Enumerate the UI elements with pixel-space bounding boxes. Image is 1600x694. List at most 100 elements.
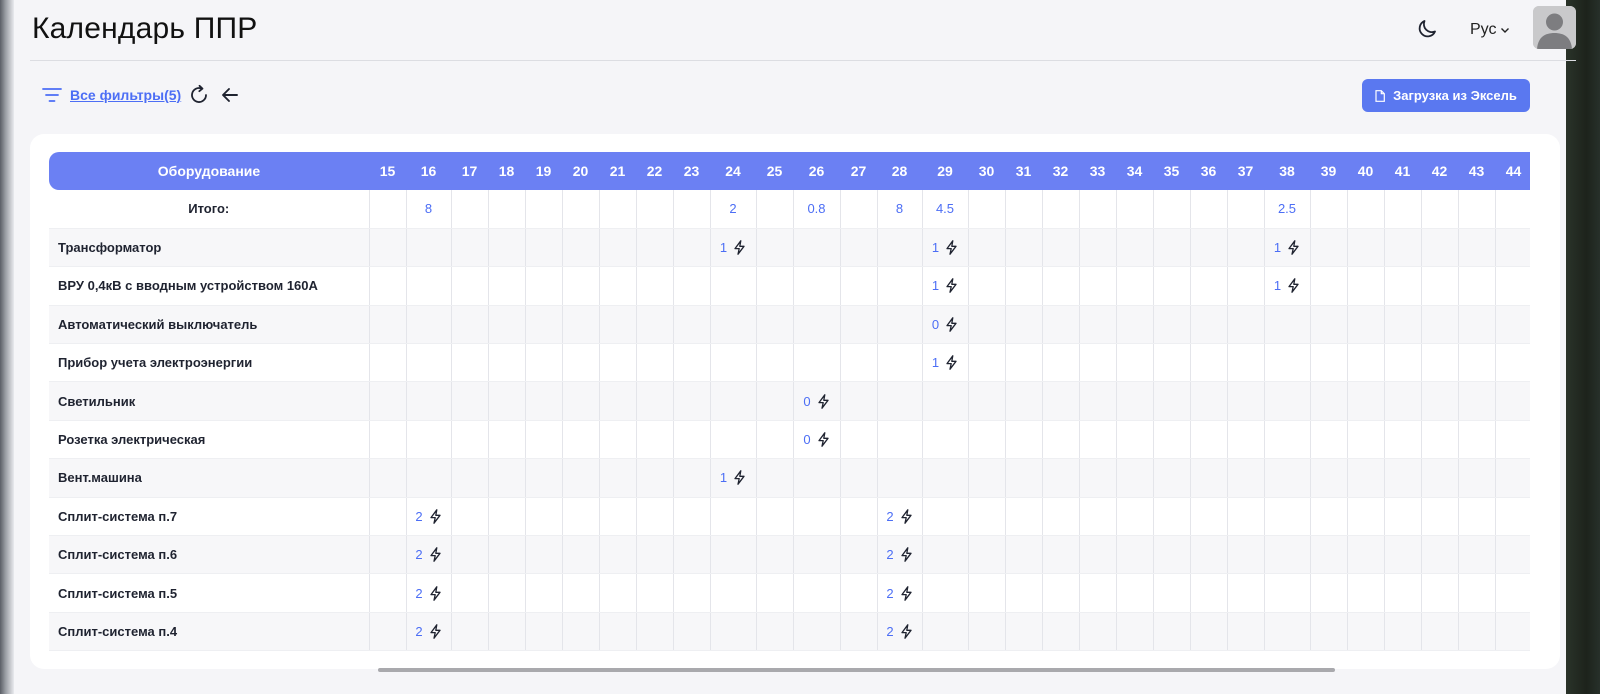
schedule-cell-week-29[interactable]: 1: [921, 266, 968, 306]
all-filters-link[interactable]: Все фильтры(5): [70, 87, 181, 103]
lightning-icon[interactable]: [945, 317, 958, 332]
schedule-cell-week-38[interactable]: 1: [1263, 266, 1310, 306]
calendar-table-scroll[interactable]: Оборудование 15 16 17 18 19 20 21 22 23 24 25 26 27 2…: [49, 152, 1530, 652]
schedule-cell-week-23: [672, 305, 710, 345]
maintenance-entry[interactable]: 2: [415, 509, 441, 524]
lightning-icon[interactable]: [900, 547, 913, 563]
schedule-cell-week-20: [561, 266, 599, 306]
maintenance-entry[interactable]: 2: [886, 547, 912, 562]
maintenance-entry[interactable]: 1: [720, 240, 746, 255]
schedule-cell-week-37: [1226, 612, 1264, 652]
schedule-cell-week-29[interactable]: 1: [921, 228, 968, 268]
column-header-week-28: 28: [877, 152, 922, 190]
maintenance-count: 0: [803, 432, 811, 448]
schedule-cell-week-17: [450, 458, 488, 498]
lightning-icon[interactable]: [817, 393, 830, 409]
schedule-cell-week-31: [1004, 535, 1042, 575]
schedule-cell-week-24[interactable]: 1: [709, 228, 756, 268]
schedule-cell-week-16[interactable]: 2: [405, 535, 451, 575]
lightning-icon[interactable]: [900, 508, 913, 524]
schedule-cell-week-28[interactable]: 2: [876, 612, 922, 652]
maintenance-entry[interactable]: 2: [886, 624, 912, 639]
schedule-cell-week-43: [1457, 381, 1495, 421]
lightning-icon[interactable]: [900, 585, 913, 601]
maintenance-entry[interactable]: 1: [932, 240, 958, 255]
equipment-name: Сплит-система п.7: [49, 497, 369, 537]
equipment-name: Светильник: [49, 381, 369, 421]
schedule-cell-week-19: [524, 381, 562, 421]
schedule-cell-week-22: [635, 343, 673, 383]
schedule-cell-week-42: [1420, 497, 1458, 537]
schedule-cell-week-28[interactable]: 2: [876, 573, 922, 613]
schedule-cell-week-29[interactable]: 0: [921, 305, 968, 345]
schedule-cell-week-28[interactable]: 2: [876, 535, 922, 575]
schedule-cell-week-30: [967, 228, 1005, 268]
schedule-cell-week-29[interactable]: 1: [921, 343, 968, 383]
lightning-icon[interactable]: [429, 624, 442, 639]
excel-upload-button[interactable]: Загрузка из Эксель: [1362, 79, 1530, 112]
lightning-icon[interactable]: [429, 585, 442, 601]
schedule-cell-week-16[interactable]: 2: [405, 612, 451, 652]
schedule-cell-week-44: [1494, 535, 1530, 575]
lightning-icon[interactable]: [733, 240, 746, 255]
filter-icon[interactable]: [42, 86, 62, 104]
schedule-cell-week-39: [1309, 497, 1347, 537]
schedule-cell-week-44: [1494, 497, 1530, 537]
lightning-icon[interactable]: [945, 278, 958, 294]
schedule-cell-week-38[interactable]: 1: [1263, 228, 1310, 268]
arrow-left-icon[interactable]: [220, 85, 240, 105]
schedule-cell-week-41: [1383, 497, 1421, 537]
maintenance-entry[interactable]: 2: [886, 586, 912, 601]
maintenance-entry[interactable]: 1: [1274, 240, 1300, 255]
horizontal-scrollbar-thumb[interactable]: [378, 668, 1335, 672]
schedule-cell-week-37: [1226, 573, 1264, 613]
lightning-icon[interactable]: [1287, 278, 1300, 294]
schedule-cell-week-16[interactable]: 2: [405, 573, 451, 613]
maintenance-entry[interactable]: 2: [415, 547, 441, 562]
schedule-cell-week-35: [1152, 305, 1190, 345]
column-header-week-18: 18: [488, 152, 525, 190]
maintenance-entry[interactable]: 1: [932, 278, 958, 293]
lightning-icon[interactable]: [429, 508, 442, 524]
moon-icon[interactable]: [1415, 17, 1439, 41]
schedule-cell-week-26[interactable]: 0: [792, 420, 840, 460]
schedule-cell-week-21: [598, 420, 636, 460]
lightning-icon[interactable]: [429, 547, 442, 563]
schedule-cell-week-16[interactable]: 2: [405, 497, 451, 537]
maintenance-entry[interactable]: 0: [803, 432, 829, 447]
schedule-cell-week-30: [967, 420, 1005, 460]
lightning-icon[interactable]: [1287, 240, 1300, 255]
maintenance-entry[interactable]: 0: [932, 317, 958, 332]
schedule-cell-week-21: [598, 458, 636, 498]
schedule-cell-week-44: [1494, 305, 1530, 345]
column-header-week-27: 27: [840, 152, 877, 190]
lightning-icon[interactable]: [945, 355, 958, 371]
maintenance-entry[interactable]: 1: [932, 355, 958, 370]
table-row: Сплит-система п.4 2 2: [49, 612, 1530, 652]
schedule-cell-week-26[interactable]: 0: [792, 381, 840, 421]
lightning-icon[interactable]: [817, 432, 830, 447]
maintenance-count: 2: [886, 585, 894, 601]
lightning-icon[interactable]: [733, 470, 746, 486]
schedule-cell-week-38: [1263, 343, 1310, 383]
lightning-icon[interactable]: [900, 624, 913, 639]
maintenance-entry[interactable]: 2: [886, 509, 912, 524]
schedule-cell-week-34: [1115, 228, 1153, 268]
avatar[interactable]: [1533, 6, 1576, 49]
schedule-cell-week-19: [524, 535, 562, 575]
maintenance-entry[interactable]: 1: [720, 470, 746, 485]
lightning-icon[interactable]: [945, 240, 958, 255]
column-header-equipment[interactable]: Оборудование: [49, 152, 369, 190]
schedule-cell-week-28[interactable]: 2: [876, 497, 922, 537]
refresh-icon[interactable]: [188, 84, 210, 106]
schedule-cell-week-38: [1263, 458, 1310, 498]
schedule-cell-week-36: [1189, 228, 1227, 268]
maintenance-entry[interactable]: 0: [803, 394, 829, 409]
maintenance-entry[interactable]: 1: [1274, 278, 1300, 293]
schedule-cell-week-20: [561, 420, 599, 460]
language-select[interactable]: Рус: [1470, 21, 1510, 39]
maintenance-entry[interactable]: 2: [415, 624, 441, 639]
maintenance-entry[interactable]: 2: [415, 586, 441, 601]
schedule-cell-week-32: [1041, 305, 1079, 345]
schedule-cell-week-24[interactable]: 1: [709, 458, 756, 498]
